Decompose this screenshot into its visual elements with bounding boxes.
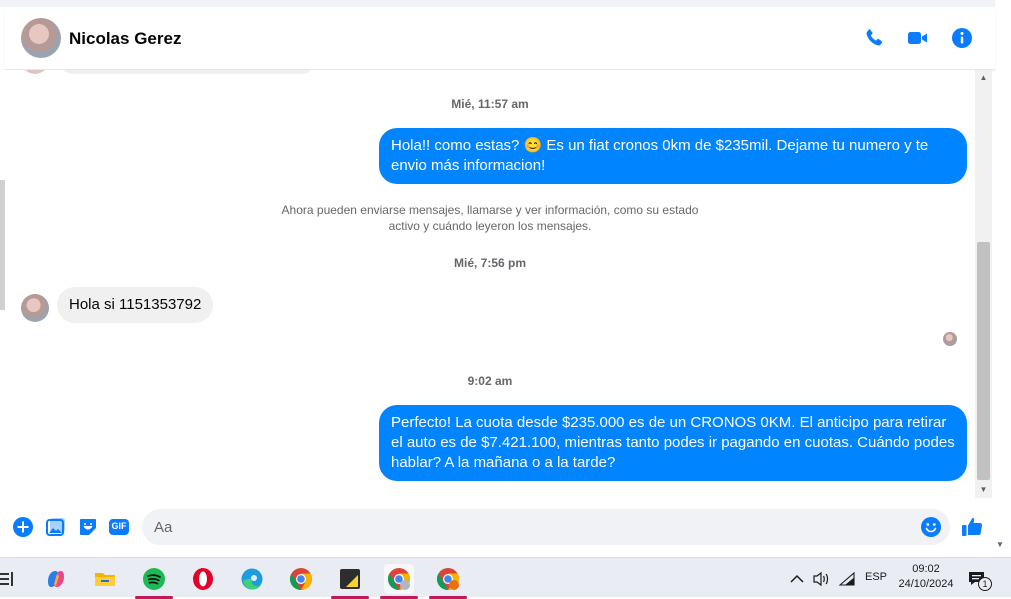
copilot-icon[interactable]: [41, 564, 71, 594]
clock-time: 09:02: [912, 563, 940, 575]
seen-indicator-avatar: [943, 332, 957, 346]
info-icon[interactable]: [950, 26, 974, 50]
partial-message-bubble: [60, 70, 315, 74]
volume-icon[interactable]: [810, 564, 832, 594]
scroll-up-arrow-icon[interactable]: ▲: [975, 70, 992, 86]
message-list: Mié, 11:57 am Hola!! como estas? 😊 Es un…: [5, 70, 975, 498]
privacy-notice: Ahora pueden enviarse mensajes, llamarse…: [281, 203, 699, 233]
clock-date: 24/10/2024: [898, 578, 954, 590]
gif-label: GIF: [111, 521, 127, 531]
plus-icon[interactable]: [12, 516, 34, 538]
incoming-message[interactable]: Hola si 1151353792: [57, 287, 214, 323]
contact-avatar-small[interactable]: [21, 294, 49, 322]
sticker-icon[interactable]: [77, 516, 99, 538]
message-input[interactable]: [142, 509, 950, 545]
contact-name[interactable]: Nicolas Gerez: [69, 29, 181, 49]
file-explorer-icon[interactable]: [90, 564, 120, 594]
gif-icon[interactable]: GIF: [108, 516, 130, 538]
chat-header: Nicolas Gerez: [5, 7, 995, 70]
thumbs-up-icon[interactable]: [960, 515, 984, 539]
emoji-icon[interactable]: [920, 516, 942, 538]
timestamp: Mié, 11:57 am: [451, 97, 529, 111]
wifi-icon[interactable]: [836, 564, 858, 594]
image-icon[interactable]: [45, 516, 67, 538]
partial-avatar: [21, 70, 49, 74]
notification-badge: 1: [978, 577, 992, 591]
chrome-profile-active-icon[interactable]: [380, 564, 418, 599]
opera-icon[interactable]: [188, 564, 218, 594]
scroll-down-arrow-icon[interactable]: ▼: [975, 482, 992, 498]
outgoing-message[interactable]: Perfecto! La cuota desde $235.000 es de …: [379, 405, 967, 481]
system-clock[interactable]: 09:02 24/10/2024: [890, 562, 962, 592]
timestamp: Mié, 7:56 pm: [453, 256, 527, 270]
sticky-notes-icon[interactable]: [331, 564, 369, 599]
edge-icon[interactable]: [237, 564, 267, 594]
notification-center-icon[interactable]: 1: [964, 564, 992, 594]
messenger-window: Nicolas Gerez Mié, 11:57 am Hola!! como …: [0, 0, 1011, 557]
chrome-profile-icon[interactable]: [429, 564, 467, 599]
timestamp: 9:02 am: [467, 374, 513, 388]
window-top-strip: [0, 0, 995, 7]
tray-chevron-up-icon[interactable]: [787, 564, 807, 594]
page-scroll-down-arrow-icon[interactable]: ▼: [996, 540, 1008, 554]
spotify-icon[interactable]: [135, 564, 173, 599]
chrome-icon[interactable]: [286, 564, 316, 594]
contact-avatar[interactable]: [21, 18, 61, 58]
outgoing-message[interactable]: Hola!! como estas? 😊 Es un fiat cronos 0…: [379, 128, 967, 184]
scroll-thumb[interactable]: [977, 242, 990, 480]
message-scrollbar[interactable]: ▲ ▼: [975, 70, 992, 498]
input-language[interactable]: ESP: [865, 571, 887, 583]
composer-bar: GIF: [0, 498, 1011, 557]
video-call-icon[interactable]: [906, 26, 930, 50]
phone-icon[interactable]: [862, 26, 886, 50]
windows-taskbar: ESP 09:02 24/10/2024 1: [0, 557, 1011, 599]
task-view-icon[interactable]: [0, 564, 14, 594]
